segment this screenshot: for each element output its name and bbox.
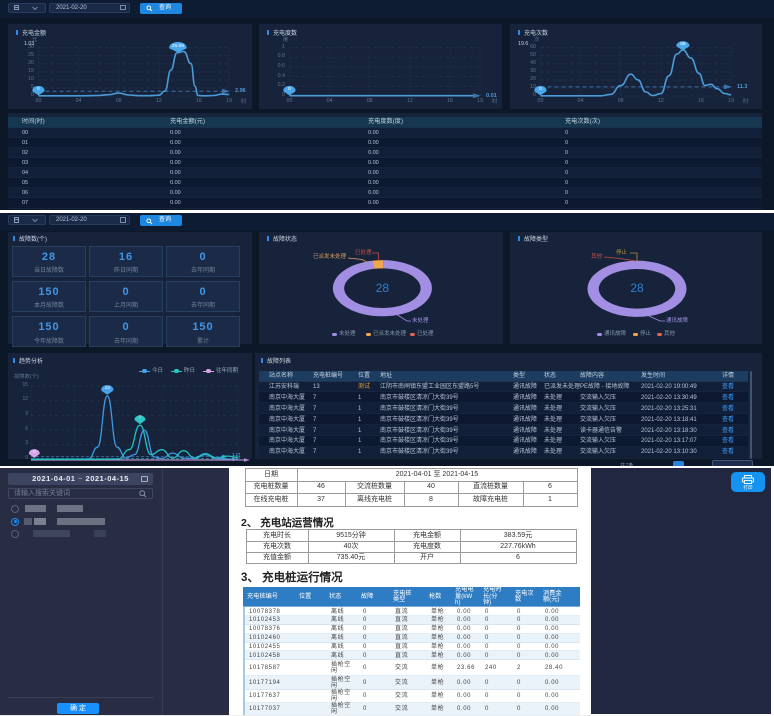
svg-text:0: 0	[33, 448, 36, 454]
svg-text:58: 58	[680, 41, 686, 47]
svg-text:7: 7	[139, 414, 142, 420]
svg-text:26.69: 26.69	[172, 43, 184, 49]
svg-text:13: 13	[105, 385, 111, 391]
svg-text:0: 0	[37, 86, 40, 92]
svg-text:0: 0	[539, 86, 542, 92]
svg-text:0: 0	[288, 86, 291, 92]
